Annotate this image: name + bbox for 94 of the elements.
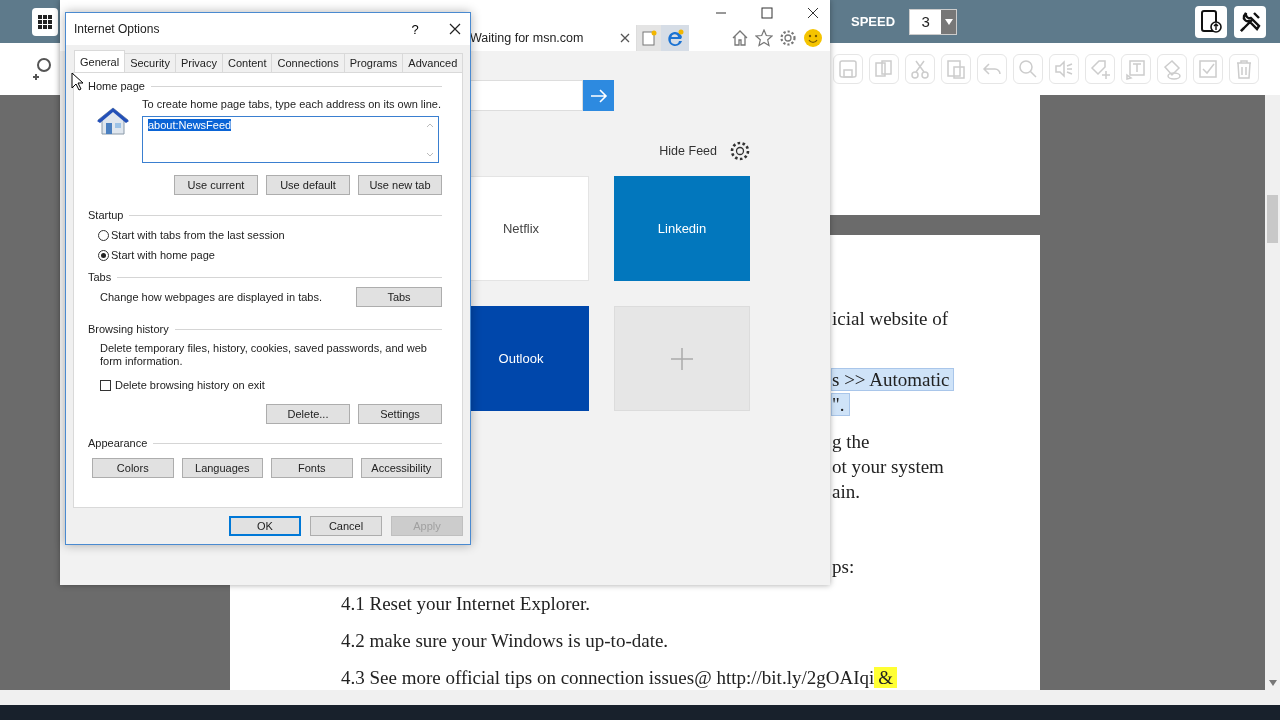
cut-icon	[909, 58, 931, 80]
dialog-button[interactable]: Fonts	[271, 458, 353, 478]
close-icon[interactable]	[620, 33, 630, 43]
dialog-tab[interactable]: General	[74, 50, 126, 72]
hint-text: To create home page tabs, type each address on its own line.	[142, 97, 441, 112]
dialog-button[interactable]: Delete...	[266, 404, 350, 424]
tag-icon	[1089, 58, 1111, 80]
new-page-icon	[641, 30, 657, 46]
tools-icon	[1238, 9, 1263, 34]
toolbar-button[interactable]	[833, 54, 863, 84]
dialog-button[interactable]: Colors	[92, 458, 174, 478]
help-button[interactable]: ?	[400, 21, 430, 37]
tab-title: Waiting for msn.com	[470, 31, 584, 45]
add-site-tile[interactable]	[614, 306, 750, 411]
toolbar-button[interactable]	[905, 54, 935, 84]
tablet-upload-icon	[1199, 9, 1224, 34]
save-icon	[837, 58, 859, 80]
device-upload-button[interactable]	[1195, 5, 1228, 38]
text-line: ain.	[832, 480, 860, 504]
dialog-button[interactable]: Settings	[358, 404, 442, 424]
scrollbar-thumb[interactable]	[1267, 195, 1278, 243]
hide-feed-link[interactable]: Hide Feed	[659, 144, 717, 158]
browser-logo-button[interactable]	[661, 25, 689, 51]
speaker-icon	[1053, 58, 1075, 80]
description-text: Change how webpages are displayed in tabs.	[100, 291, 322, 303]
copy-icon	[873, 58, 895, 80]
zoom-in-icon[interactable]	[33, 57, 53, 81]
text-line: ps:	[832, 555, 855, 579]
dialog-tab[interactable]: Privacy	[174, 53, 223, 72]
text-line: 4.3 See more official tips on connection issues@ http://bit.ly/2gOAIqi &	[341, 665, 898, 690]
tools-button[interactable]	[1234, 5, 1267, 38]
text-line: ot your system	[832, 455, 944, 479]
text-line: 4.2 make sure your Windows is up-to-date.	[341, 629, 669, 653]
dialog-button[interactable]: Cancel	[310, 516, 382, 536]
dialog-button[interactable]: Use new tab	[358, 175, 442, 195]
search-icon	[1017, 58, 1039, 80]
dialog-tab[interactable]: Advanced	[402, 53, 464, 72]
group-label: Appearance	[88, 437, 148, 449]
new-tab-button[interactable]	[637, 25, 661, 51]
radio-option[interactable]: Start with tabs from the last session	[98, 228, 442, 242]
group-label: Home page	[88, 80, 145, 92]
site-tile[interactable]: Linkedin	[614, 176, 750, 281]
browser-logo-icon	[666, 29, 684, 47]
speed-select[interactable]: 3	[909, 8, 958, 35]
toolbar-button[interactable]	[1049, 54, 1079, 84]
plus-icon	[670, 346, 694, 371]
group-label: Startup	[88, 209, 124, 221]
dialog-tab[interactable]: Programs	[343, 53, 404, 72]
bucket-icon	[1161, 58, 1183, 80]
speed-label: SPEED	[851, 14, 896, 29]
input-field[interactable]: about:NewsFeed	[142, 116, 439, 163]
house-icon	[96, 106, 130, 136]
smiley-icon[interactable]	[803, 28, 823, 48]
toolbar-button[interactable]	[941, 54, 971, 84]
dialog-button[interactable]: Accessibility	[360, 458, 442, 478]
apps-button[interactable]	[32, 7, 58, 36]
checkbox-option[interactable]: Delete browsing history on exit	[100, 378, 442, 392]
toolbar-button[interactable]	[1193, 54, 1223, 84]
toolbar-button[interactable]	[1085, 54, 1115, 84]
checkbox-icon	[1197, 58, 1219, 80]
description-text: Delete temporary files, history, cookies, saved passwords, and web form information.	[100, 342, 428, 368]
group-label: Browsing history	[88, 323, 169, 335]
arrow-right-icon	[589, 88, 608, 103]
grid-icon	[38, 14, 52, 29]
star-icon[interactable]	[755, 29, 773, 47]
home-icon[interactable]	[731, 29, 749, 47]
window-title: Internet Options	[74, 22, 161, 36]
paste-icon	[945, 58, 967, 80]
text-line: icial website of	[832, 307, 949, 331]
toolbar-button[interactable]	[977, 54, 1007, 84]
text-box-icon	[1125, 58, 1147, 80]
close-icon	[449, 23, 461, 35]
dialog-button[interactable]: Use current	[174, 175, 258, 195]
group-label: Tabs	[88, 271, 112, 283]
settings-icon[interactable]	[729, 140, 751, 162]
text-line: g the	[832, 430, 870, 454]
scroll-down-icon[interactable]	[1269, 680, 1277, 686]
caret-icon	[944, 18, 953, 25]
toolbar-button[interactable]	[869, 54, 899, 84]
close-icon[interactable]	[807, 6, 819, 19]
dialog-tab[interactable]: Security	[124, 53, 176, 72]
toolbar-button[interactable]	[1157, 54, 1187, 84]
toolbar-button[interactable]	[1013, 54, 1043, 84]
dialog-button[interactable]: Tabs	[356, 287, 442, 307]
dialog-button[interactable]: OK	[229, 516, 301, 536]
search-button[interactable]	[583, 80, 614, 111]
toolbar-button[interactable]	[1229, 54, 1259, 84]
horizontal-scrollbar[interactable]	[0, 690, 1280, 705]
maximize-icon[interactable]	[761, 6, 773, 19]
dialog-button[interactable]: Languages	[181, 458, 263, 478]
dialog-button[interactable]: Use default	[266, 175, 350, 195]
radio-option[interactable]: Start with home page	[98, 248, 442, 262]
text-line: 4.1 Reset your Internet Explorer.	[341, 592, 591, 616]
toolbar-button[interactable]	[1121, 54, 1151, 84]
